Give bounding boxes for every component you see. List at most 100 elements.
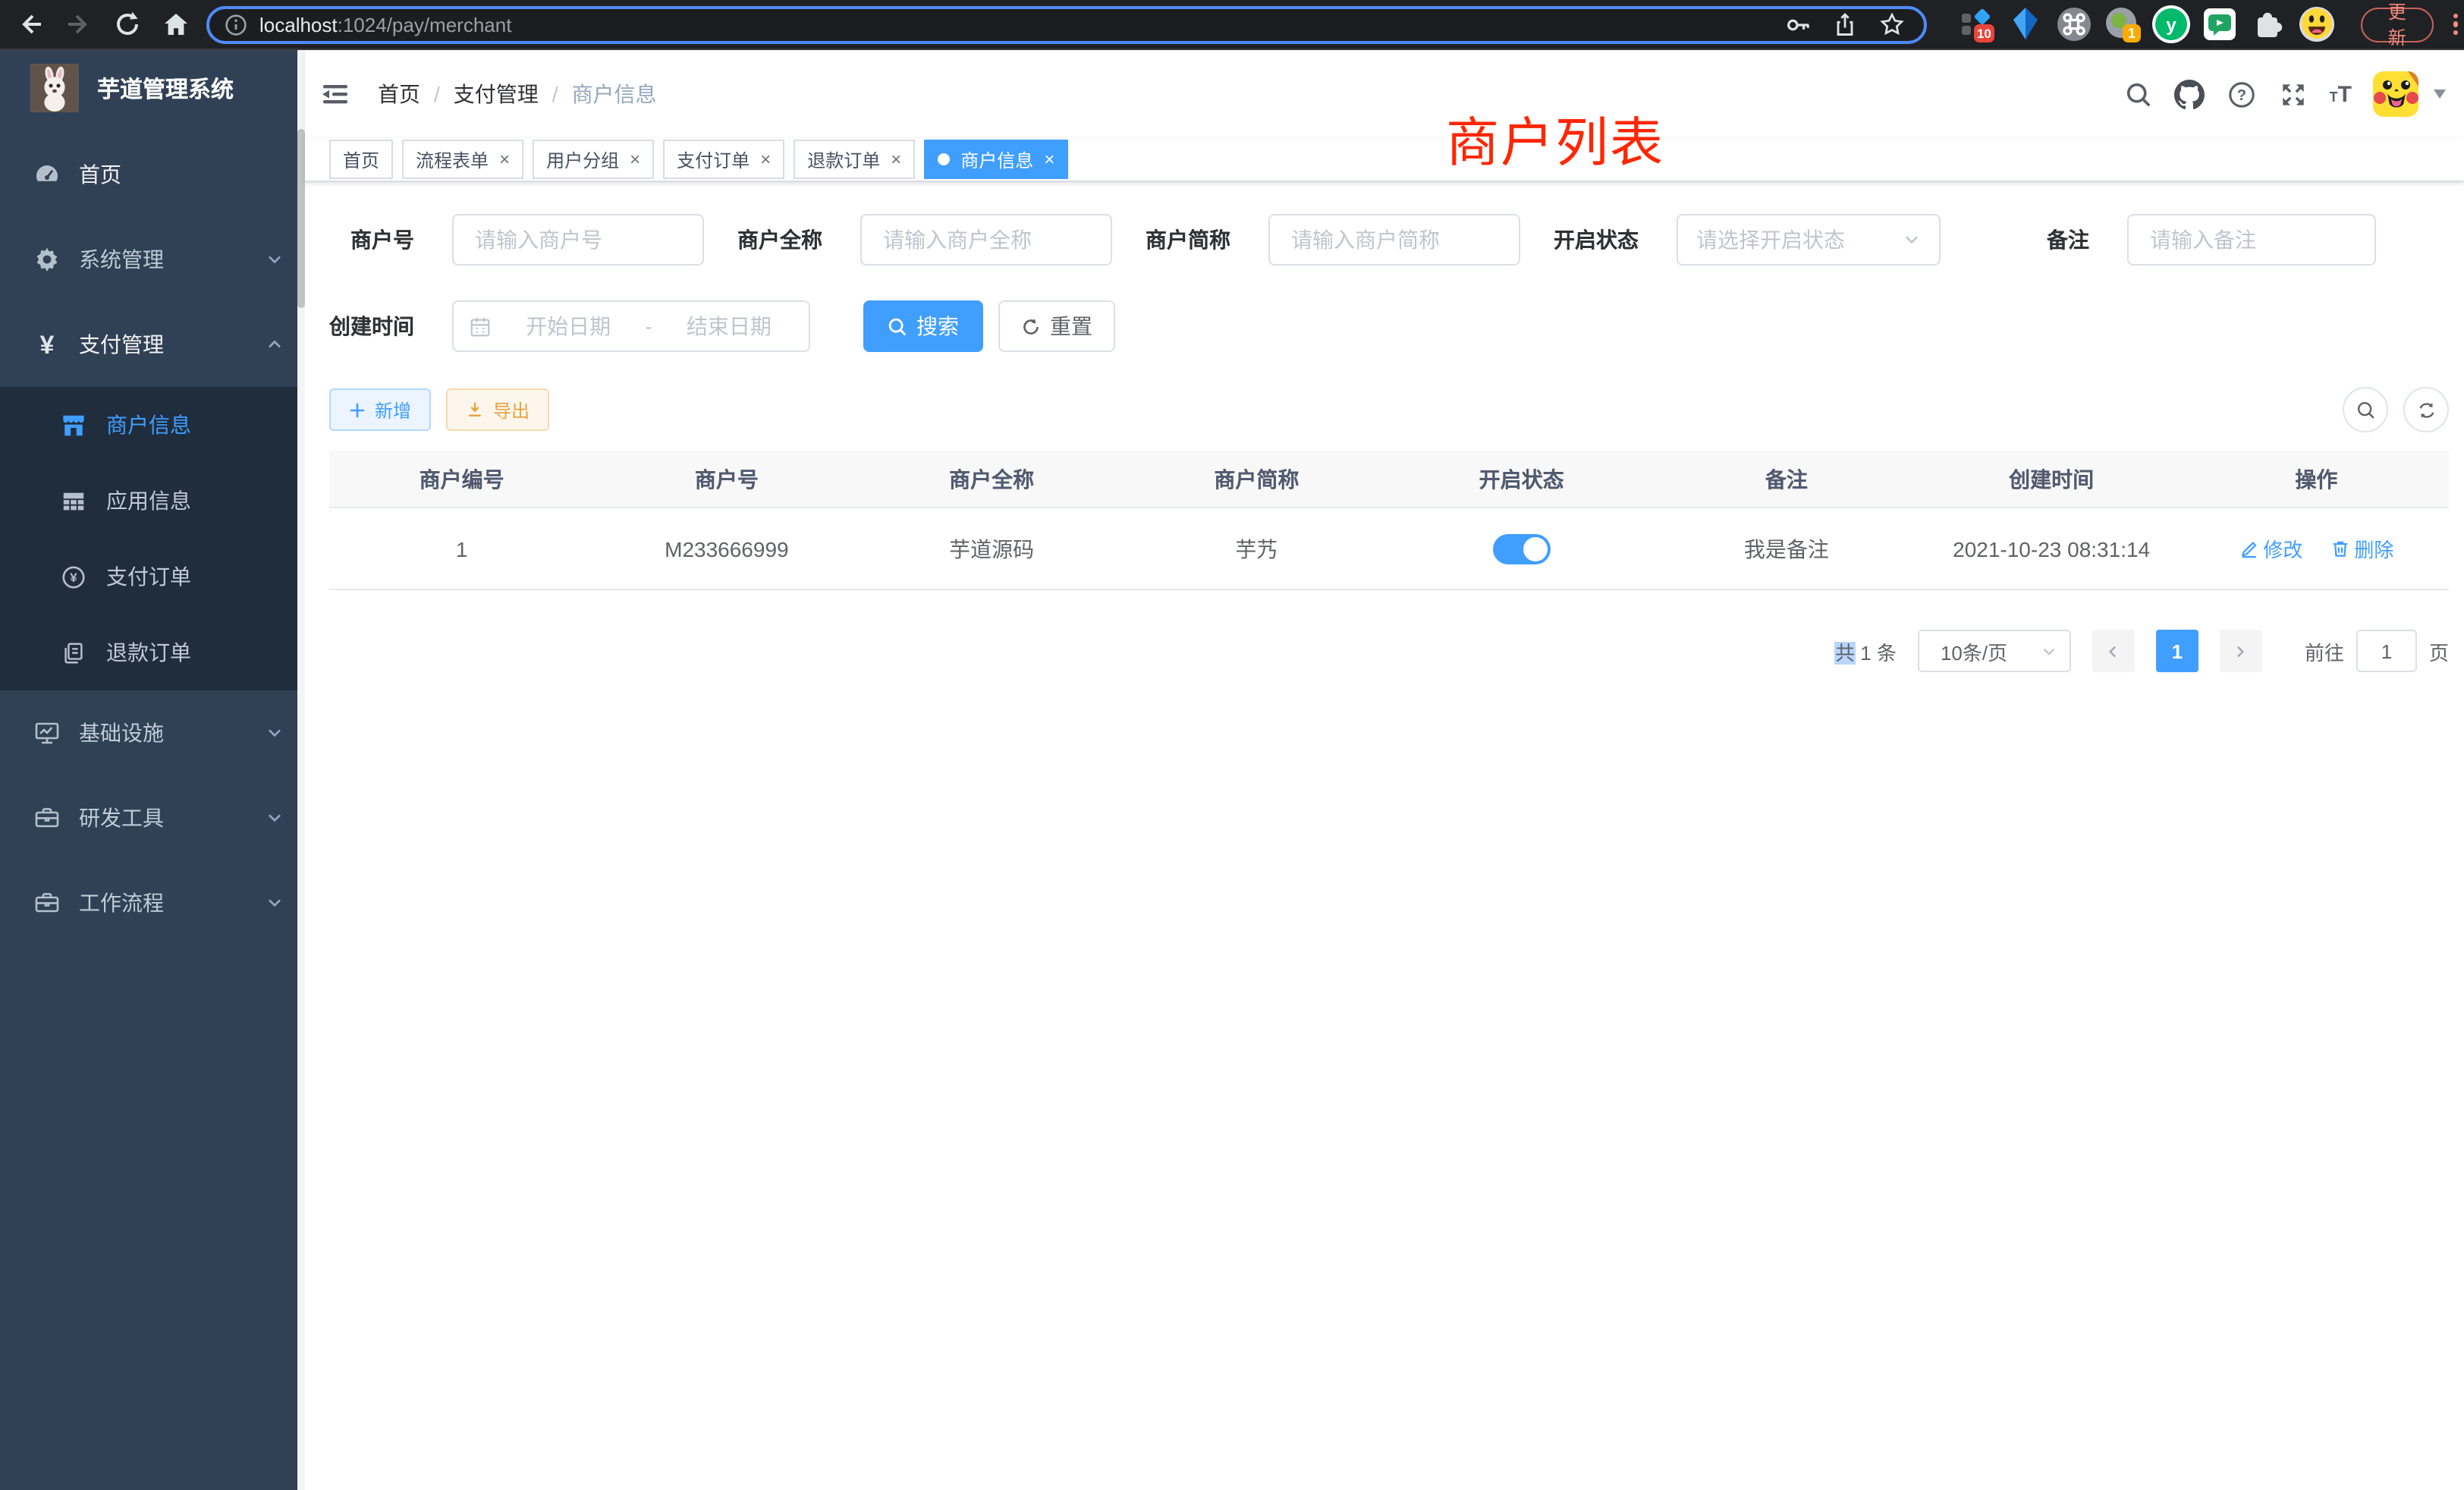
extension-command-icon[interactable] [2054, 5, 2094, 44]
tab-close-icon[interactable]: × [630, 149, 640, 170]
breadcrumb-payment[interactable]: 支付管理 [454, 79, 539, 109]
sidebar-item-refund-orders[interactable]: 退款订单 [0, 615, 305, 690]
extension-green-dot-icon[interactable]: 1 [2103, 5, 2142, 44]
sidebar-item-system-management[interactable]: 系统管理 [0, 217, 305, 302]
rabbit-logo-icon [30, 64, 79, 112]
tab-home[interactable]: 首页 [329, 140, 393, 179]
remark-input[interactable] [2147, 226, 2356, 253]
breadcrumb-home[interactable]: 首页 [378, 79, 420, 109]
create-time-label: 创建时间 [329, 311, 414, 341]
sidebar-item-merchant-info[interactable]: 商户信息 [0, 387, 305, 463]
full-name-input-wrap [860, 214, 1112, 266]
delete-link[interactable]: 删除 [2330, 534, 2393, 563]
github-icon[interactable] [2175, 79, 2205, 109]
extension-kite-icon[interactable] [2006, 5, 2045, 44]
share-icon[interactable] [1831, 11, 1859, 38]
sidebar-scrollbar[interactable] [297, 50, 305, 1490]
cell-create-time: 2021-10-23 08:31:14 [1919, 536, 2184, 561]
refresh-table-button[interactable] [2403, 387, 2449, 432]
goto-page-input[interactable] [2356, 630, 2417, 672]
browser-menu-icon[interactable] [2447, 7, 2464, 41]
tab-close-icon[interactable]: × [891, 149, 901, 170]
browser-reload-icon[interactable] [112, 9, 143, 39]
bookmark-star-icon[interactable] [1878, 11, 1906, 38]
sidebar-item-infrastructure[interactable]: 基础设施 [0, 690, 305, 775]
sidebar-toggle-icon[interactable] [305, 50, 366, 138]
sidebar-item-app-info[interactable]: 应用信息 [0, 463, 305, 539]
address-bar[interactable]: localhost:1024/pay/merchant [206, 5, 1927, 43]
yen-icon: ¥ [33, 331, 61, 358]
chevron-down-icon [266, 809, 284, 827]
tab-close-icon[interactable]: × [499, 149, 510, 170]
sidebar: 芋道管理系统 首页 系统管理 ¥ 支付管理 [0, 50, 305, 1490]
sidebar-item-payment-management[interactable]: ¥ 支付管理 [0, 302, 305, 387]
app-logo[interactable]: 芋道管理系统 [0, 50, 305, 126]
tab-process-form[interactable]: 流程表单× [402, 140, 523, 179]
password-key-icon[interactable] [1783, 10, 1812, 39]
page-number-button[interactable]: 1 [2156, 630, 2198, 672]
fullscreen-icon[interactable] [2278, 79, 2308, 109]
cell-status [1389, 533, 1654, 564]
tab-close-icon[interactable]: × [1044, 149, 1054, 170]
extensions-puzzle-icon[interactable] [2249, 5, 2288, 44]
table-row: 1 M233666999 芋道源码 芋艿 我是备注 2021-10-23 08:… [329, 508, 2449, 590]
search-button[interactable]: 搜索 [863, 300, 983, 352]
merchant-no-input[interactable] [472, 226, 684, 253]
edit-link[interactable]: 修改 [2239, 534, 2302, 563]
tab-close-icon[interactable]: × [760, 149, 771, 170]
document-copy-icon [61, 640, 86, 665]
extension-emoji-icon[interactable] [2297, 5, 2337, 44]
avatar-caret-icon[interactable] [2434, 90, 2446, 99]
dashboard-icon [33, 161, 61, 188]
short-name-label: 商户简称 [1146, 225, 1230, 255]
refresh-icon [2416, 400, 2436, 420]
edit-pen-icon [2239, 539, 2258, 558]
browser-home-icon[interactable] [161, 9, 191, 39]
extension-blocks-icon[interactable]: 10 [1957, 5, 1997, 44]
tab-refund-orders[interactable]: 退款订单× [794, 140, 915, 179]
merchant-no-label: 商户号 [329, 225, 414, 255]
search-icon [2356, 400, 2375, 420]
font-size-icon[interactable]: TT [2330, 81, 2352, 107]
reset-button[interactable]: 重置 [998, 300, 1115, 352]
trash-icon [2330, 539, 2349, 558]
browser-forward-icon[interactable] [64, 9, 94, 39]
show-search-toggle-button[interactable] [2343, 387, 2388, 432]
main-content: 首页 / 支付管理 / 商户信息 ? TT [305, 50, 2464, 1490]
user-avatar[interactable] [2373, 71, 2418, 117]
table-header: 商户编号 商户号 商户全称 商户简称 开启状态 备注 创建时间 操作 [329, 451, 2449, 508]
status-toggle[interactable] [1493, 533, 1551, 564]
page-size-select[interactable]: 10条/页 [1918, 630, 2071, 672]
add-button[interactable]: 新增 [329, 388, 431, 431]
export-button[interactable]: 导出 [446, 388, 549, 431]
tab-payment-orders[interactable]: 支付订单× [663, 140, 784, 179]
yen-circle-icon: ¥ [61, 564, 86, 589]
chevron-right-icon [2233, 643, 2249, 659]
tabs-bar: 首页 流程表单× 用户分组× 支付订单× 退款订单× 商户信息× [305, 138, 2464, 182]
cell-actions: 修改 删除 [2184, 534, 2449, 563]
help-icon[interactable]: ? [2227, 79, 2257, 109]
next-page-button[interactable] [2220, 630, 2262, 672]
browser-back-icon[interactable] [15, 9, 46, 39]
table-toolbar: 新增 导出 [329, 387, 2449, 432]
site-info-icon[interactable] [225, 13, 247, 36]
date-range-picker[interactable]: 开始日期 - 结束日期 [452, 300, 810, 352]
extension-chat-icon[interactable] [2200, 5, 2239, 44]
prev-page-button[interactable] [2092, 630, 2135, 672]
header-search-icon[interactable] [2123, 79, 2154, 109]
svg-text:?: ? [2237, 86, 2246, 103]
sidebar-item-workflow[interactable]: 工作流程 [0, 860, 305, 945]
tab-user-group[interactable]: 用户分组× [533, 140, 654, 179]
sidebar-item-dev-tools[interactable]: 研发工具 [0, 775, 305, 860]
chevron-down-icon [2041, 643, 2057, 659]
short-name-input[interactable] [1288, 226, 1501, 253]
full-name-input[interactable] [880, 226, 1092, 253]
scrollbar-thumb[interactable] [297, 129, 305, 308]
status-select[interactable]: 请选择开启状态 [1677, 214, 1941, 266]
sidebar-item-home[interactable]: 首页 [0, 132, 305, 217]
extension-yuque-icon[interactable]: y [2151, 5, 2191, 44]
tab-merchant-info[interactable]: 商户信息× [924, 140, 1068, 179]
cell-merchant-no: M233666999 [594, 536, 859, 561]
browser-update-button[interactable]: 更新 [2361, 7, 2434, 42]
sidebar-item-payment-orders[interactable]: ¥ 支付订单 [0, 539, 305, 615]
